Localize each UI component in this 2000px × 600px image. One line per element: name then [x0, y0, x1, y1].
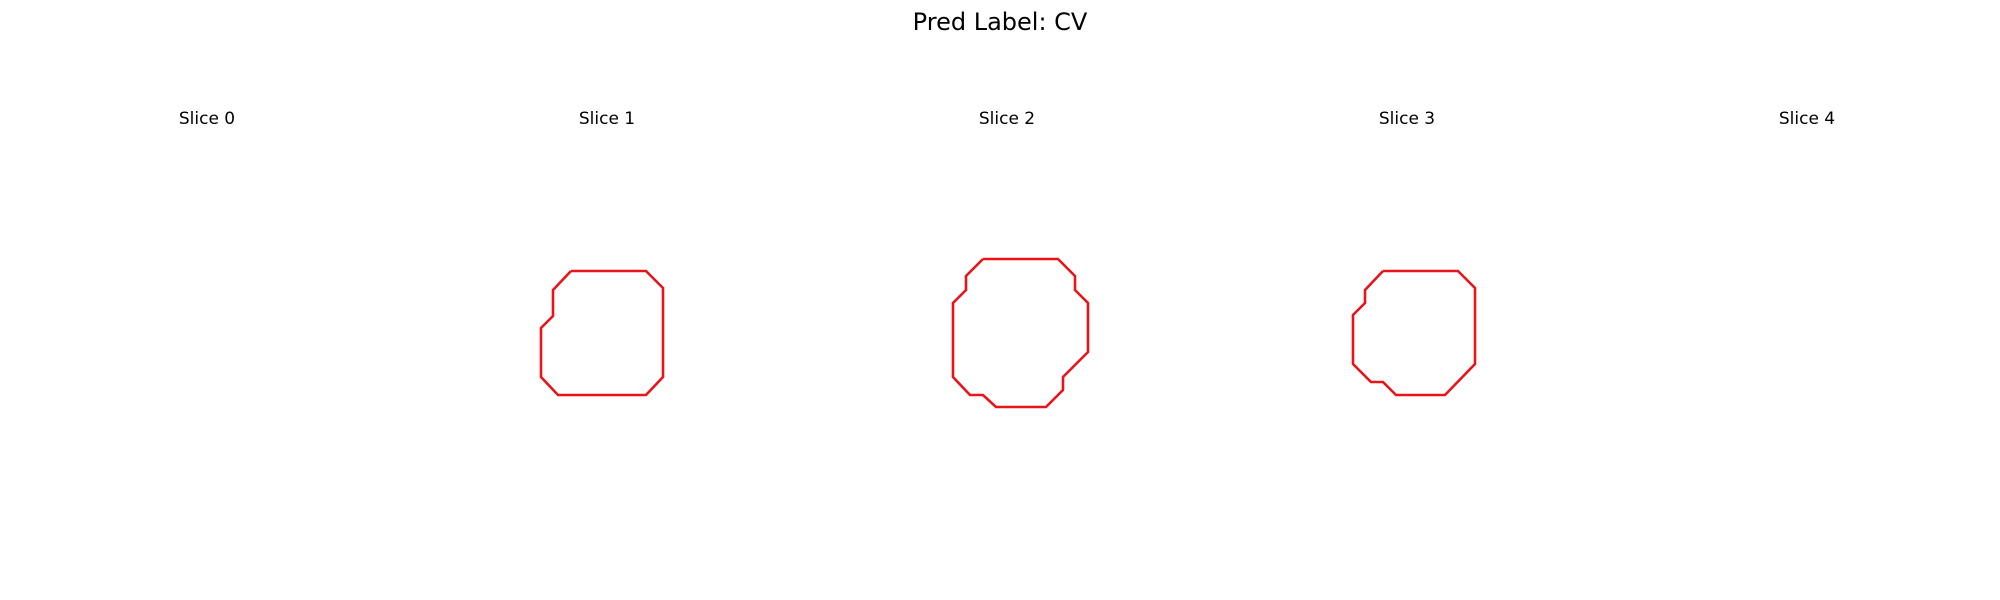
contour-canvas [539, 257, 1477, 409]
slice-2-contour [951, 257, 1090, 409]
slice-1-contour [539, 269, 665, 397]
slice-3-contour [1351, 269, 1477, 397]
